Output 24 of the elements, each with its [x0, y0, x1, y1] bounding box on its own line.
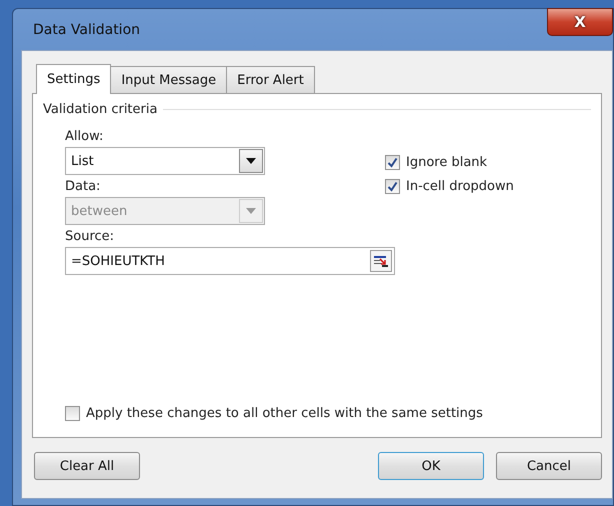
- tab[interactable]: Error Alert: [226, 66, 315, 93]
- tab[interactable]: Settings: [36, 64, 112, 94]
- dropdown[interactable]: List: [65, 147, 265, 175]
- tab[interactable]: Input Message: [110, 66, 228, 93]
- collapse-icon: [373, 254, 389, 268]
- checkbox[interactable]: [385, 179, 400, 194]
- input-field[interactable]: =SOHIEUTKTH: [65, 247, 395, 275]
- checkbox[interactable]: [65, 406, 80, 421]
- group-title: Validation criteria: [43, 102, 158, 117]
- dialog-button[interactable]: Clear All: [34, 452, 140, 480]
- collapse-dialog-button[interactable]: [370, 250, 392, 272]
- dialog-button[interactable]: Cancel: [496, 452, 602, 480]
- window-title: Data Validation: [32, 22, 140, 38]
- close-button[interactable]: X: [547, 8, 613, 36]
- dialog-button[interactable]: OK: [378, 452, 484, 480]
- checkbox-label: In-cell dropdown: [406, 179, 514, 194]
- checkbox-label: Ignore blank: [406, 155, 488, 170]
- checkbox[interactable]: [385, 155, 400, 170]
- field-label: Source:: [65, 229, 116, 244]
- field-label: Allow:: [65, 129, 104, 144]
- caret-icon: [246, 158, 256, 164]
- caret-icon: [246, 208, 256, 214]
- checkbox-label: Apply these changes to all other cells with the same settings: [86, 406, 483, 421]
- field-label: Data:: [65, 179, 102, 194]
